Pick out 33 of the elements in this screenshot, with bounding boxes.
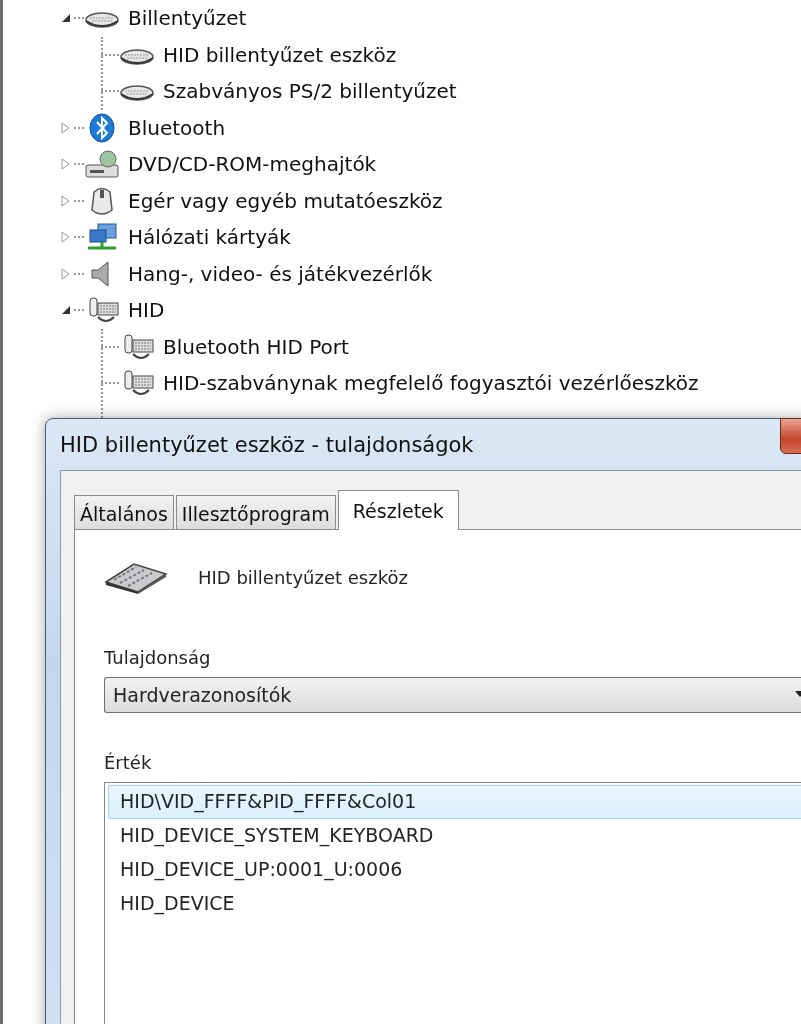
expand-icon[interactable] — [61, 194, 71, 207]
tree-item[interactable]: Hang-, video- és játékvezérlők — [128, 258, 433, 289]
tree-item[interactable]: Billentyűzet — [128, 3, 247, 34]
expand-icon[interactable] — [61, 121, 71, 134]
list-item[interactable]: HID_DEVICE_UP:0001_U:0006 — [108, 853, 801, 887]
tree-item[interactable]: HID-szabványnak megfelelő fogyasztói vezérlőeszköz — [163, 368, 699, 399]
expand-icon[interactable] — [61, 231, 71, 244]
window-title: HID billentyűzet eszköz - tulajdonságok — [60, 432, 474, 459]
value-label: Érték — [104, 751, 153, 775]
collapse-icon[interactable] — [61, 305, 71, 316]
device-name: HID billentyűzet eszköz — [198, 565, 408, 590]
expand-icon[interactable] — [61, 158, 71, 171]
tree-item[interactable]: Bluetooth HID Port — [163, 331, 349, 362]
tab[interactable]: Illesztőprogram — [175, 495, 336, 529]
collapse-icon[interactable] — [61, 13, 71, 24]
list-item[interactable]: HID\VID_FFFF&PID_FFFF&Col01 — [108, 785, 801, 819]
tab[interactable]: Részletek — [337, 490, 459, 530]
list-item[interactable]: HID_DEVICE_SYSTEM_KEYBOARD — [108, 819, 801, 853]
tree-item[interactable]: HID billentyűzet eszköz — [163, 39, 397, 70]
keyboard-icon — [104, 560, 168, 594]
property-label: Tulajdonság — [104, 646, 212, 670]
tab[interactable]: Általános — [74, 495, 174, 529]
tree-item[interactable]: HID — [128, 295, 165, 326]
expand-icon[interactable] — [61, 267, 71, 280]
dropdown-value: Hardverazonosítók — [113, 682, 292, 708]
tree-item[interactable]: Hálózati kártyák — [128, 222, 291, 253]
disc-drive-icon — [84, 149, 120, 180]
list-item[interactable]: HID_DEVICE — [108, 887, 801, 921]
tree-item[interactable]: Egér vagy egyéb mutatóeszköz — [128, 185, 443, 216]
tree-item[interactable]: DVD/CD-ROM-meghajtók — [128, 149, 377, 180]
property-dropdown[interactable]: Hardverazonosítók — [104, 677, 801, 713]
tree-item[interactable]: Szabványos PS/2 billentyűzet — [163, 76, 457, 107]
tree-item[interactable]: Bluetooth — [128, 112, 226, 143]
